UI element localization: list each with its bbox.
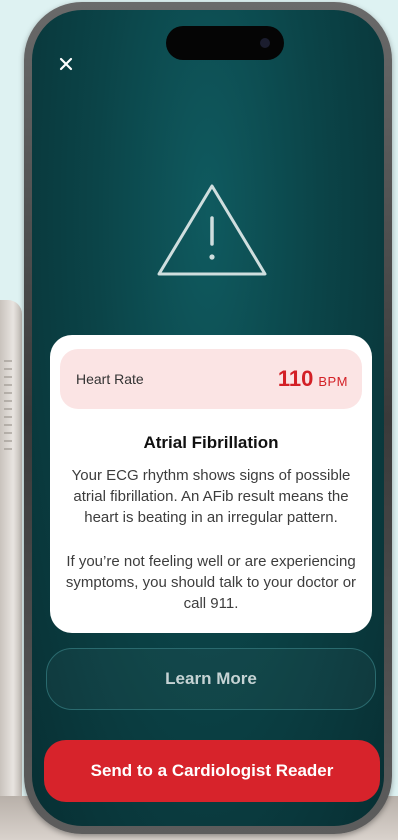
result-description: Your ECG rhythm shows signs of possible … bbox=[71, 467, 351, 526]
dynamic-island bbox=[166, 26, 284, 60]
heart-rate-reading: 110 BPM bbox=[278, 366, 348, 392]
heart-rate-unit: BPM bbox=[318, 374, 348, 389]
phone-frame: Heart Rate 110 BPM Atrial Fibrillation Y… bbox=[24, 2, 392, 834]
result-card: Heart Rate 110 BPM Atrial Fibrillation Y… bbox=[50, 335, 372, 633]
send-to-cardiologist-button[interactable]: Send to a Cardiologist Reader bbox=[44, 740, 380, 802]
warning-triangle-icon bbox=[157, 184, 267, 276]
result-advice: If you’re not feeling well or are experi… bbox=[65, 553, 357, 612]
close-icon bbox=[59, 57, 73, 71]
heart-rate-row: Heart Rate 110 BPM bbox=[60, 349, 362, 409]
close-button[interactable] bbox=[54, 52, 78, 76]
heart-rate-value: 110 bbox=[277, 366, 314, 391]
heart-rate-label: Heart Rate bbox=[76, 371, 144, 387]
result-title: Atrial Fibrillation bbox=[143, 433, 279, 452]
hand-left bbox=[0, 300, 22, 840]
learn-more-button[interactable]: Learn More bbox=[46, 648, 376, 710]
app-screen: Heart Rate 110 BPM Atrial Fibrillation Y… bbox=[32, 10, 384, 826]
